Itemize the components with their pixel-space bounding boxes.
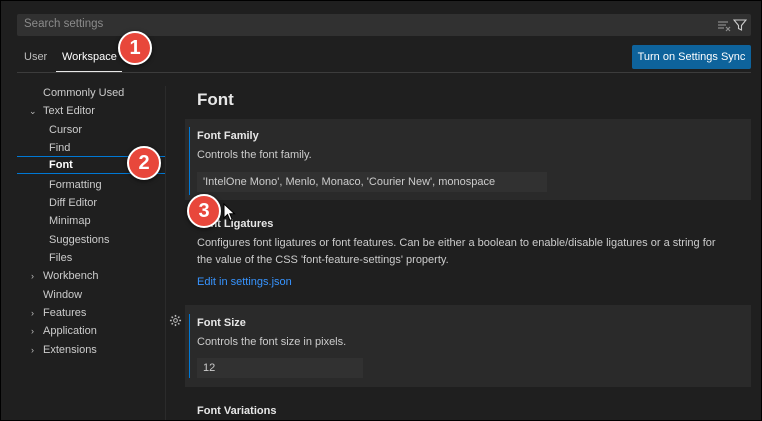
toc-divider (165, 86, 166, 420)
toc-item-suggestions[interactable]: Suggestions (17, 231, 165, 249)
toc-item-extensions[interactable]: › Extensions (17, 341, 165, 359)
gear-icon[interactable] (169, 314, 182, 327)
clear-filter-icon[interactable] (717, 18, 731, 32)
edit-in-settings-json-link[interactable]: Edit in settings.json (197, 276, 292, 288)
tabs-divider (17, 72, 751, 73)
turn-on-settings-sync-button[interactable]: Turn on Settings Sync (632, 45, 751, 69)
callout-badge-3: 3 (187, 194, 221, 228)
font-family-title: Font Family (197, 130, 259, 142)
callout-badge-1: 1 (118, 31, 152, 65)
toc-item-minimap[interactable]: Minimap (17, 212, 165, 230)
font-ligatures-description-2: the value of the CSS 'font-feature-setti… (197, 254, 449, 266)
font-variations-title: Font Variations (197, 405, 277, 417)
chevron-right-icon: › (31, 345, 34, 355)
tab-user[interactable]: User (24, 51, 47, 63)
font-size-description: Controls the font size in pixels. (197, 336, 347, 348)
settings-window: Search settings User Workspace Turn on S… (0, 0, 762, 421)
toc-item-files[interactable]: Files (17, 249, 165, 267)
filter-icon[interactable] (733, 18, 747, 32)
callout-badge-2: 2 (127, 146, 161, 180)
toc-item-cursor[interactable]: Cursor (17, 121, 165, 139)
chevron-right-icon: › (31, 308, 34, 318)
toc-item-workbench[interactable]: › Workbench (17, 267, 165, 285)
toc-item-window[interactable]: Window (17, 286, 165, 304)
section-title: Font (197, 90, 234, 109)
chevron-right-icon: › (31, 271, 34, 281)
font-size-input[interactable]: 12 (197, 358, 363, 378)
toc-item-application[interactable]: › Application (17, 322, 165, 340)
toc-item-features[interactable]: › Features (17, 304, 165, 322)
font-ligatures-description-1: Configures font ligatures or font featur… (197, 237, 716, 249)
chevron-right-icon: › (31, 326, 34, 336)
toc-item-diff-editor[interactable]: Diff Editor (17, 194, 165, 212)
font-family-description: Controls the font family. (197, 149, 312, 161)
font-family-input[interactable]: 'IntelOne Mono', Menlo, Monaco, 'Courier… (197, 172, 547, 192)
chevron-down-icon: ⌄ (29, 106, 37, 116)
focus-indicator (189, 314, 190, 378)
mouse-pointer-icon (223, 203, 236, 222)
tab-workspace[interactable]: Workspace (62, 51, 117, 63)
toc-item-commonly-used[interactable]: Commonly Used (17, 84, 165, 102)
toc-item-text-editor[interactable]: ⌄ Text Editor (17, 102, 165, 120)
search-placeholder: Search settings (24, 18, 104, 30)
font-size-title: Font Size (197, 317, 246, 329)
focus-indicator (189, 127, 190, 195)
